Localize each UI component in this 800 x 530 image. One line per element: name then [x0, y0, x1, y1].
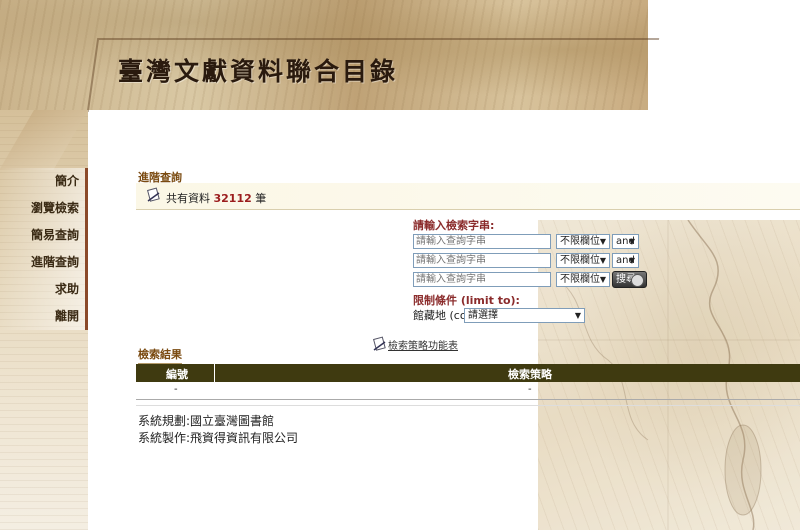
cell-number: - — [174, 384, 178, 395]
search-button[interactable]: 搜尋 — [612, 271, 647, 288]
bool-select-1[interactable]: and ▼ — [612, 234, 639, 249]
column-divider — [214, 364, 215, 382]
cell-strategy: - — [528, 384, 532, 395]
camera-icon — [631, 274, 644, 287]
col-strategy: 檢索策略 — [508, 368, 552, 381]
nav-item-advanced-search[interactable]: 進階查詢 — [0, 249, 88, 276]
nav-item-help[interactable]: 求助 — [0, 276, 88, 303]
field-select-3[interactable]: 不限欄位 ▼ — [556, 272, 610, 287]
nav-item-exit[interactable]: 離開 — [0, 303, 88, 330]
count-prefix: 共有資料 — [166, 192, 210, 205]
count-value: 32112 — [213, 192, 252, 205]
bool-select-2[interactable]: and ▼ — [612, 253, 639, 268]
footer-planner: 系統規劃:國立臺灣圖書館 — [138, 414, 275, 428]
results-title: 檢索結果 — [138, 346, 182, 364]
nav-item-browse[interactable]: 瀏覽檢索 — [0, 195, 88, 222]
query-input-3[interactable] — [413, 272, 551, 287]
count-suffix: 筆 — [255, 192, 267, 205]
side-nav: 簡介 瀏覽檢索 簡易查詢 進階查詢 求助 離開 — [0, 168, 88, 330]
record-count: 共有資料 32112 筆 — [166, 190, 266, 206]
field-select-2[interactable]: 不限欄位 ▼ — [556, 253, 610, 268]
results-table-header: 編號 檢索策略 — [136, 364, 800, 382]
paper-icon — [146, 187, 162, 206]
footer-maker: 系統製作:飛資得資訊有限公司 — [138, 431, 299, 445]
col-number: 編號 — [166, 368, 188, 381]
field-select-1[interactable]: 不限欄位 ▼ — [556, 234, 610, 249]
paper-icon — [372, 336, 388, 355]
divider — [136, 399, 800, 400]
record-count-bar: 共有資料 32112 筆 — [136, 183, 800, 210]
limit-label: 限制條件 (limit to): — [413, 294, 520, 307]
table-row: - - — [136, 383, 800, 397]
search-prompt: 請輸入檢索字串: — [413, 219, 495, 232]
footer: 系統規劃:國立臺灣圖書館 系統製作:飛資得資訊有限公司 — [138, 413, 298, 447]
site-title: 臺灣文獻資料聯合目錄 — [118, 57, 399, 86]
location-select[interactable]: 請選擇 ▼ — [464, 308, 585, 323]
nav-item-intro[interactable]: 簡介 — [0, 168, 88, 195]
query-input-1[interactable] — [413, 234, 551, 249]
header-banner: 臺灣文獻資料聯合目錄 — [0, 0, 648, 110]
nav-item-simple-search[interactable]: 簡易查詢 — [0, 222, 88, 249]
strategy-menu-link[interactable]: 檢索策略功能表 — [372, 336, 458, 355]
divider — [136, 405, 800, 406]
query-input-2[interactable] — [413, 253, 551, 268]
